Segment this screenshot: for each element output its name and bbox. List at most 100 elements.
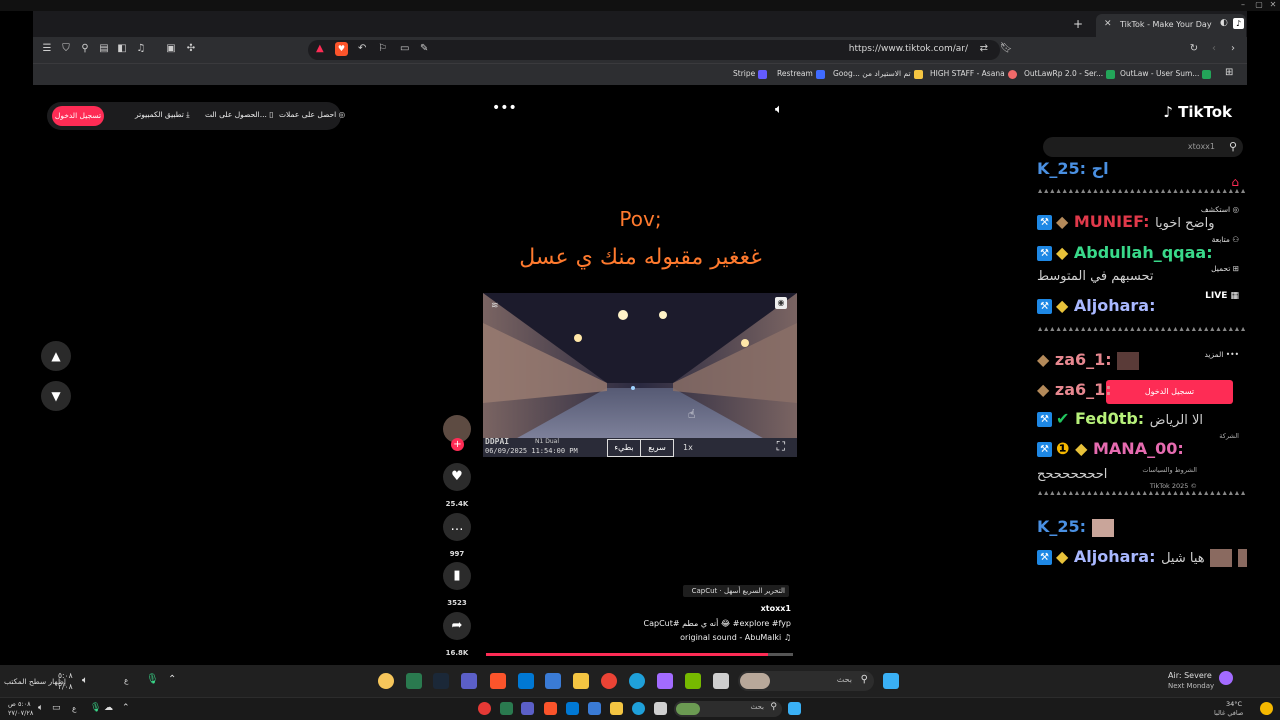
- app-icon-outlook[interactable]: [518, 673, 534, 689]
- app-icon-nvidia[interactable]: [685, 673, 701, 689]
- brave-rewards-icon[interactable]: ▲: [316, 43, 324, 54]
- maximize-icon[interactable]: ▢: [1252, 0, 1266, 11]
- back-icon[interactable]: ‹: [1207, 42, 1221, 56]
- weather-sun-icon[interactable]: [1260, 702, 1273, 715]
- app-icon-teams[interactable]: [461, 673, 477, 689]
- get-coins-link[interactable]: احصل على عملات ◎: [279, 110, 345, 119]
- sidebar-item-following[interactable]: متابعة ⚇: [1212, 235, 1239, 244]
- share-icon[interactable]: ↶: [358, 43, 366, 54]
- host-app-window[interactable]: [654, 702, 667, 715]
- host-temp[interactable]: 34°C: [1226, 700, 1242, 708]
- login-button-top[interactable]: تسجيل الدخول: [52, 106, 104, 126]
- leo-icon[interactable]: ✎: [420, 43, 428, 54]
- translate-icon[interactable]: ⚐: [378, 43, 387, 54]
- company-link[interactable]: الشركة: [1219, 432, 1239, 440]
- sidebar-item-live[interactable]: LIVE ▦: [1205, 291, 1239, 301]
- bookmark-outlaw-user[interactable]: OutLaw - User Sum...: [1120, 69, 1212, 79]
- fullscreen-icon[interactable]: ⛶: [777, 439, 785, 454]
- volume-icon[interactable]: 🔈︎: [775, 102, 783, 117]
- bookmark-save-icon[interactable]: ▮: [443, 562, 471, 590]
- app-icon-brave[interactable]: [490, 673, 506, 689]
- login-button-sidebar[interactable]: تسجيل الدخول: [1106, 380, 1233, 404]
- app-icon-edge[interactable]: [629, 673, 645, 689]
- host-app-explorer[interactable]: [610, 702, 623, 715]
- language-indicator[interactable]: ع: [124, 676, 128, 685]
- bookmark-asana[interactable]: HIGH STAFF - Asana: [930, 69, 1017, 79]
- search-box[interactable]: xtoxx1 ⚲: [1043, 137, 1243, 157]
- search-input[interactable]: xtoxx1: [1188, 142, 1215, 151]
- minimize-icon[interactable]: –: [1236, 0, 1250, 11]
- bookmark-google-folder[interactable]: Goog... تم الاستيراد من: [833, 69, 923, 79]
- app-icon-store[interactable]: [545, 673, 561, 689]
- bookmark-stripe[interactable]: Stripe: [733, 69, 768, 79]
- host-language[interactable]: ع: [72, 704, 76, 713]
- comment-action[interactable]: … 997: [441, 513, 473, 558]
- next-video-button[interactable]: ▼: [41, 381, 71, 411]
- fast-button[interactable]: سريع: [640, 439, 674, 457]
- host-app-xbox[interactable]: [500, 702, 513, 715]
- mic-icon[interactable]: 🎙︎: [146, 674, 159, 685]
- host-windows-start-icon[interactable]: [788, 702, 801, 715]
- air-quality-icon[interactable]: [1219, 671, 1233, 685]
- search-icon[interactable]: ⚲: [1229, 140, 1237, 153]
- close-icon[interactable]: ✕: [1266, 0, 1280, 11]
- comment-icon[interactable]: …: [443, 513, 471, 541]
- heart-icon[interactable]: ♥: [443, 463, 471, 491]
- host-app-outlook[interactable]: [566, 702, 579, 715]
- forward-icon[interactable]: ›: [1226, 42, 1240, 56]
- app-icon-1[interactable]: [378, 673, 394, 689]
- tab-mute-icon[interactable]: ◐: [1220, 18, 1228, 28]
- host-speaker-icon[interactable]: 🔈︎: [38, 703, 43, 713]
- host-cloud-icon[interactable]: ☁︎: [104, 703, 113, 713]
- sound-name[interactable]: original sound - AbuMalki ♫: [593, 633, 791, 642]
- sidebar-item-more[interactable]: المزيد •••: [1204, 350, 1239, 359]
- tiktok-logo[interactable]: ♪ TikTok: [1163, 103, 1232, 121]
- share-arrow-icon[interactable]: ➦: [443, 612, 471, 640]
- address-bar[interactable]: ▲ ♥ ↶ ⚐ ▭ ✎ https://www.tiktok.com/ar/ ⇄: [308, 40, 1000, 60]
- pin-icon[interactable]: ⚲: [78, 42, 92, 56]
- host-search[interactable]: بحث ⚲: [674, 701, 782, 717]
- terms-link[interactable]: الشروط والسياسات: [1142, 466, 1197, 474]
- sidebar-item-upload[interactable]: تحميل ⊞: [1211, 264, 1239, 273]
- screenshot-icon[interactable]: ▣: [164, 42, 178, 56]
- app-icon-chrome[interactable]: [601, 673, 617, 689]
- sidebar-icon[interactable]: ◧: [115, 42, 129, 56]
- all-bookmarks-icon[interactable]: ⊞: [1225, 67, 1233, 78]
- menu-icon[interactable]: ☰: [40, 42, 54, 56]
- previous-video-button[interactable]: ▲: [41, 341, 71, 371]
- host-tray-chevron-icon[interactable]: ⌃: [122, 703, 130, 713]
- host-app-brave[interactable]: [544, 702, 557, 715]
- desktop-app-link[interactable]: تطبيق الكمبيوتر ⤓: [135, 110, 190, 120]
- host-app-store[interactable]: [588, 702, 601, 715]
- show-desktop-label[interactable]: إظهار سطح المكتب: [4, 677, 66, 686]
- new-tab-icon[interactable]: +: [1069, 15, 1087, 33]
- cast-icon[interactable]: ▭: [400, 43, 409, 54]
- reload-icon[interactable]: ↻: [1187, 42, 1201, 56]
- site-settings-icon[interactable]: ⇄: [980, 43, 988, 54]
- host-network-icon[interactable]: ▭: [52, 703, 61, 713]
- app-icon-steam[interactable]: [433, 673, 449, 689]
- reader-icon[interactable]: ▤: [97, 42, 111, 56]
- host-mic-icon[interactable]: 🎙︎: [90, 703, 101, 713]
- brave-shields-icon[interactable]: ♥: [335, 42, 348, 56]
- tab-tiktok[interactable]: ✕ TikTok - Make Your Day ◐ ♪: [1096, 14, 1246, 37]
- bookmark-restream[interactable]: Restream: [777, 69, 825, 79]
- bookmark-outlawrp[interactable]: OutLawRp 2.0 - Ser...: [1024, 69, 1116, 79]
- app-icon-copilot[interactable]: [657, 673, 673, 689]
- extensions-icon[interactable]: ✣: [184, 42, 198, 56]
- video-progress-bar[interactable]: [486, 653, 793, 656]
- windows-start-icon[interactable]: [883, 673, 899, 689]
- app-icon-explorer[interactable]: [573, 673, 589, 689]
- tray-chevron-icon[interactable]: ⌃: [168, 674, 176, 685]
- get-app-link[interactable]: الحصول على الت... ▯: [205, 110, 273, 119]
- host-app-edge[interactable]: [632, 702, 645, 715]
- share-action[interactable]: ➦ 16.8K: [441, 612, 473, 657]
- playback-speed[interactable]: 1x: [683, 443, 693, 452]
- author-name[interactable]: xtoxx1: [733, 604, 791, 613]
- app-icon-window[interactable]: [713, 673, 729, 689]
- bookmark-icon[interactable]: 🔖︎: [999, 42, 1013, 56]
- shield-icon[interactable]: ⛉: [59, 42, 73, 56]
- app-icon-xbox[interactable]: [406, 673, 422, 689]
- taskbar-search[interactable]: بحث ⚲: [738, 671, 874, 691]
- video-player[interactable]: ≋ ◉ DDPAI N1 Dual 06/09/2025 11:54:00 PM…: [483, 293, 797, 457]
